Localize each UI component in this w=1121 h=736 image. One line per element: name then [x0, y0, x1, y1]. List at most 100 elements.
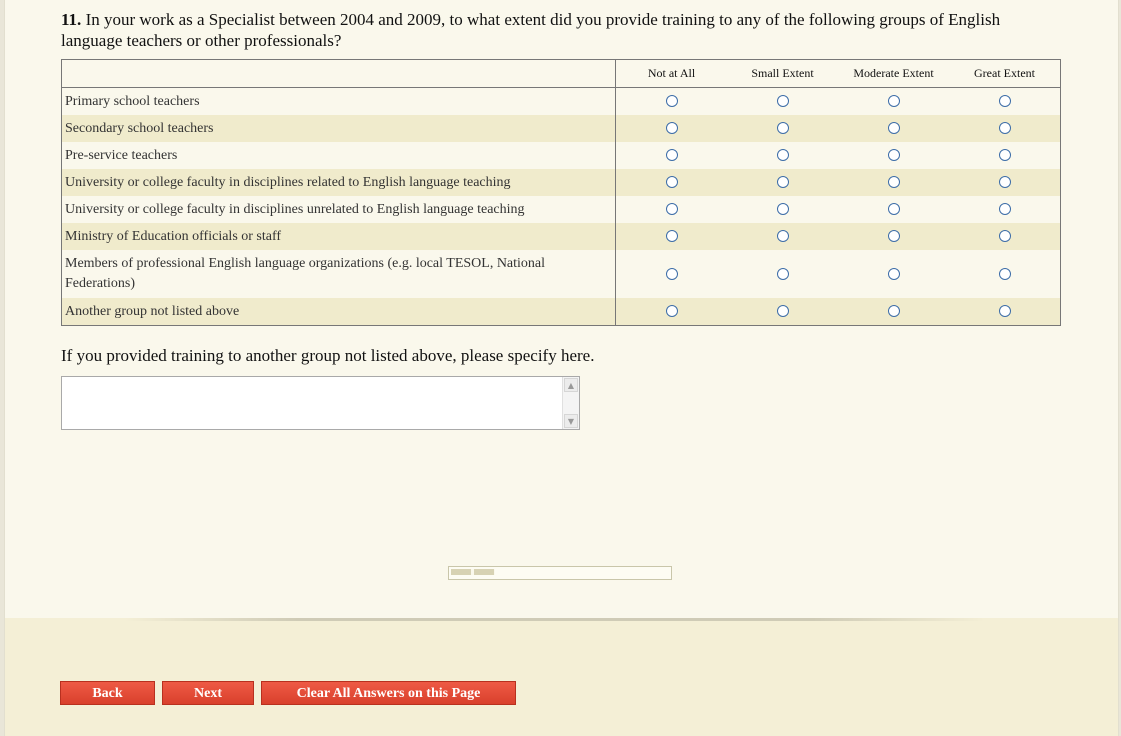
radio-cell [838, 88, 949, 116]
radio-button[interactable] [665, 305, 678, 318]
radio-button[interactable] [998, 267, 1011, 280]
survey-page: 11. In your work as a Specialist between… [4, 0, 1119, 736]
column-header-not-at-all: Not at All [615, 59, 727, 88]
row-label: Primary school teachers [61, 87, 616, 115]
footer-divider [125, 618, 985, 621]
radio-button[interactable] [776, 176, 789, 189]
table-row: University or college faculty in discipl… [61, 196, 1061, 223]
radio-button[interactable] [998, 230, 1011, 243]
radio-button[interactable] [776, 122, 789, 135]
radio-cell [838, 298, 949, 326]
radio-cell [949, 196, 1061, 223]
table-row: Pre-service teachers [61, 142, 1061, 169]
radio-cell [727, 88, 838, 116]
radio-cell [838, 196, 949, 223]
radio-button[interactable] [887, 305, 900, 318]
progress-bar-fill [451, 569, 495, 575]
scroll-down-arrow-icon[interactable]: ▼ [564, 414, 578, 428]
column-header-moderate-extent: Moderate Extent [838, 59, 949, 88]
row-label: Members of professional English language… [61, 250, 616, 298]
radio-cell [616, 142, 728, 169]
radio-button[interactable] [887, 267, 900, 280]
radio-button[interactable] [776, 267, 789, 280]
radio-cell [949, 88, 1061, 116]
radio-cell [727, 250, 838, 298]
radio-button[interactable] [887, 203, 900, 216]
radio-button[interactable] [887, 122, 900, 135]
radio-cell [949, 115, 1061, 142]
radio-cell [949, 169, 1061, 196]
radio-button[interactable] [665, 122, 678, 135]
radio-button[interactable] [887, 176, 900, 189]
radio-button[interactable] [998, 149, 1011, 162]
progress-bar [448, 566, 672, 580]
table-row: Primary school teachers [61, 87, 1061, 116]
radio-cell [727, 169, 838, 196]
next-button[interactable]: Next [162, 681, 254, 705]
row-label: University or college faculty in discipl… [61, 169, 616, 196]
radio-button[interactable] [998, 203, 1011, 216]
radio-cell [838, 169, 949, 196]
radio-cell [838, 115, 949, 142]
row-label: University or college faculty in discipl… [61, 196, 616, 223]
table-row: Another group not listed above [61, 298, 1061, 326]
row-label: Ministry of Education officials or staff [61, 223, 616, 250]
textarea-scrollbar[interactable]: ▲ ▼ [562, 377, 579, 429]
radio-cell [616, 196, 728, 223]
footer [5, 618, 1118, 736]
radio-button[interactable] [776, 95, 789, 108]
radio-cell [949, 250, 1061, 298]
column-header-great-extent: Great Extent [949, 59, 1061, 88]
radio-button[interactable] [776, 149, 789, 162]
scroll-up-arrow-icon[interactable]: ▲ [564, 378, 578, 392]
table-row: Secondary school teachers [61, 115, 1061, 142]
radio-button[interactable] [665, 203, 678, 216]
radio-cell [616, 250, 728, 298]
specify-textarea-box: ▲ ▼ [61, 376, 580, 430]
question-body: In your work as a Specialist between 200… [61, 10, 1001, 50]
question-number: 11. [61, 10, 82, 29]
radio-cell [838, 142, 949, 169]
specify-textarea[interactable] [62, 377, 562, 429]
radio-cell [727, 196, 838, 223]
radio-button[interactable] [776, 305, 789, 318]
radio-cell [949, 223, 1061, 250]
radio-cell [615, 298, 727, 326]
back-button[interactable]: Back [60, 681, 155, 705]
row-label: Another group not listed above [61, 298, 616, 326]
radio-cell [615, 115, 727, 142]
radio-cell [949, 142, 1061, 169]
radio-button[interactable] [665, 95, 678, 108]
radio-cell [727, 298, 838, 326]
radio-button[interactable] [998, 122, 1011, 135]
question-text: 11. In your work as a Specialist between… [61, 9, 1061, 51]
radio-button[interactable] [998, 305, 1011, 318]
radio-button[interactable] [665, 230, 678, 243]
clear-answers-button[interactable]: Clear All Answers on this Page [261, 681, 516, 705]
radio-button[interactable] [887, 230, 900, 243]
radio-cell [615, 223, 727, 250]
radio-button[interactable] [776, 203, 789, 216]
grid-corner [61, 59, 616, 88]
matrix-grid: Not at All Small Extent Moderate Extent … [61, 59, 1061, 326]
column-header-small-extent: Small Extent [727, 59, 838, 88]
radio-button[interactable] [887, 149, 900, 162]
radio-button[interactable] [998, 95, 1011, 108]
specify-label: If you provided training to another grou… [61, 346, 595, 365]
radio-cell [838, 250, 949, 298]
radio-button[interactable] [776, 230, 789, 243]
radio-button[interactable] [998, 176, 1011, 189]
row-label: Pre-service teachers [61, 142, 616, 169]
radio-cell [838, 223, 949, 250]
table-row: Members of professional English language… [61, 250, 1061, 298]
radio-button[interactable] [665, 149, 678, 162]
radio-cell [727, 115, 838, 142]
grid-header-row: Not at All Small Extent Moderate Extent … [61, 59, 1061, 88]
row-label: Secondary school teachers [61, 115, 616, 142]
radio-cell [615, 169, 727, 196]
radio-button[interactable] [887, 95, 900, 108]
table-row: University or college faculty in discipl… [61, 169, 1061, 196]
radio-button[interactable] [665, 267, 678, 280]
radio-cell [949, 298, 1061, 326]
radio-button[interactable] [665, 176, 678, 189]
